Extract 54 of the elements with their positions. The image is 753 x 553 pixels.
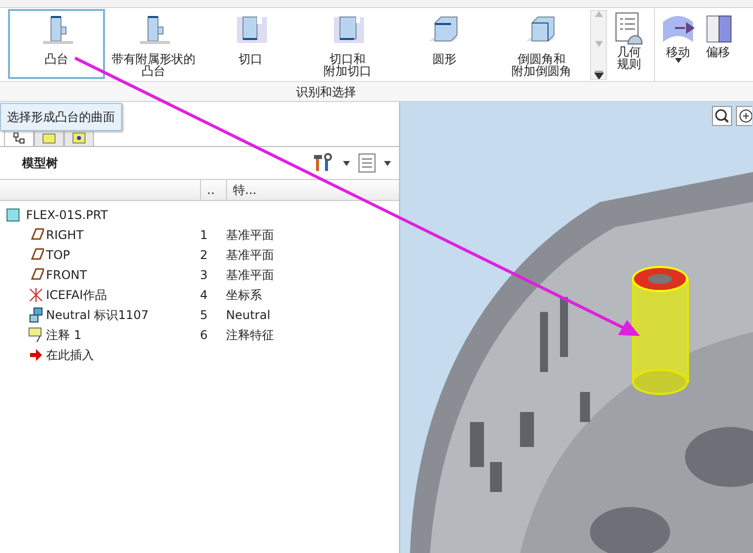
tree-item[interactable]: FLEX-01S.PRT bbox=[26, 206, 108, 224]
feature-number: 2 bbox=[200, 248, 208, 262]
tree-item[interactable]: 在此插入 bbox=[46, 346, 94, 364]
feature-type: 基准平面 bbox=[226, 267, 274, 284]
gallery-button[interactable]: 圆形 bbox=[396, 9, 493, 79]
gallery-button[interactable]: 带有附属形状的凸台 bbox=[105, 9, 202, 79]
plane-icon bbox=[28, 247, 44, 263]
feature-number: 6 bbox=[200, 328, 208, 342]
column-header[interactable]: 特... bbox=[226, 180, 296, 200]
plane-icon bbox=[28, 267, 44, 283]
gallery-button[interactable]: 切口和 附加切口 bbox=[299, 9, 396, 79]
tool-button[interactable]: 移动 bbox=[658, 8, 698, 81]
part-icon bbox=[6, 208, 20, 222]
tree-item[interactable]: FRONT bbox=[46, 266, 87, 284]
csys-icon bbox=[28, 287, 44, 303]
feature-type: Neutral bbox=[226, 307, 270, 324]
caret-icon[interactable] bbox=[384, 160, 391, 166]
feature-number: 5 bbox=[200, 308, 208, 322]
gallery-button[interactable]: 切口 bbox=[202, 9, 299, 79]
column-header[interactable]: .. bbox=[200, 180, 226, 200]
rules-icon bbox=[614, 12, 644, 46]
list-settings-icon[interactable] bbox=[358, 153, 376, 173]
feature-number: 3 bbox=[200, 268, 208, 282]
model-tree-title: 模型树 bbox=[22, 155, 58, 172]
caret-icon[interactable] bbox=[343, 160, 350, 166]
folder-icon bbox=[42, 130, 56, 144]
zoom-icon[interactable] bbox=[712, 106, 732, 126]
tree-item[interactable]: Neutral 标识1107 bbox=[46, 306, 149, 324]
note-icon bbox=[28, 327, 44, 343]
plane-icon bbox=[28, 227, 44, 243]
feature-number: 4 bbox=[200, 288, 208, 302]
tools-icon[interactable] bbox=[313, 153, 335, 173]
feature-type: 坐标系 bbox=[226, 287, 262, 304]
gallery-scrollbar[interactable] bbox=[590, 10, 607, 80]
feature-type: 注释特征 bbox=[226, 327, 274, 344]
tree-item[interactable]: 注释 1 bbox=[46, 326, 82, 344]
favorites-icon bbox=[72, 130, 86, 144]
tree-icon bbox=[12, 130, 26, 144]
tooltip: 选择形成凸台的曲面 bbox=[0, 103, 122, 131]
gallery-button[interactable]: 凸台 bbox=[8, 9, 105, 79]
tool-button[interactable]: 偏移 bbox=[698, 8, 738, 81]
feature-type: 基准平面 bbox=[226, 227, 274, 244]
rules-button[interactable]: 几何 规则 bbox=[607, 8, 651, 81]
group-label: 识别和选择 bbox=[296, 84, 356, 101]
feature-number: 1 bbox=[200, 228, 208, 242]
neutral-icon bbox=[28, 307, 44, 323]
tree-item[interactable]: ICEFAI作品 bbox=[46, 286, 108, 304]
gallery-button[interactable]: 倒圆角和 附加倒圆角 bbox=[493, 9, 590, 79]
tree-item[interactable]: RIGHT bbox=[46, 226, 84, 244]
feature-type: 基准平面 bbox=[226, 247, 274, 264]
expand-gallery-icon[interactable] bbox=[594, 71, 604, 79]
zoom-in-icon[interactable] bbox=[736, 106, 752, 126]
insert-icon bbox=[28, 347, 44, 363]
tree-item[interactable]: TOP bbox=[46, 246, 70, 264]
